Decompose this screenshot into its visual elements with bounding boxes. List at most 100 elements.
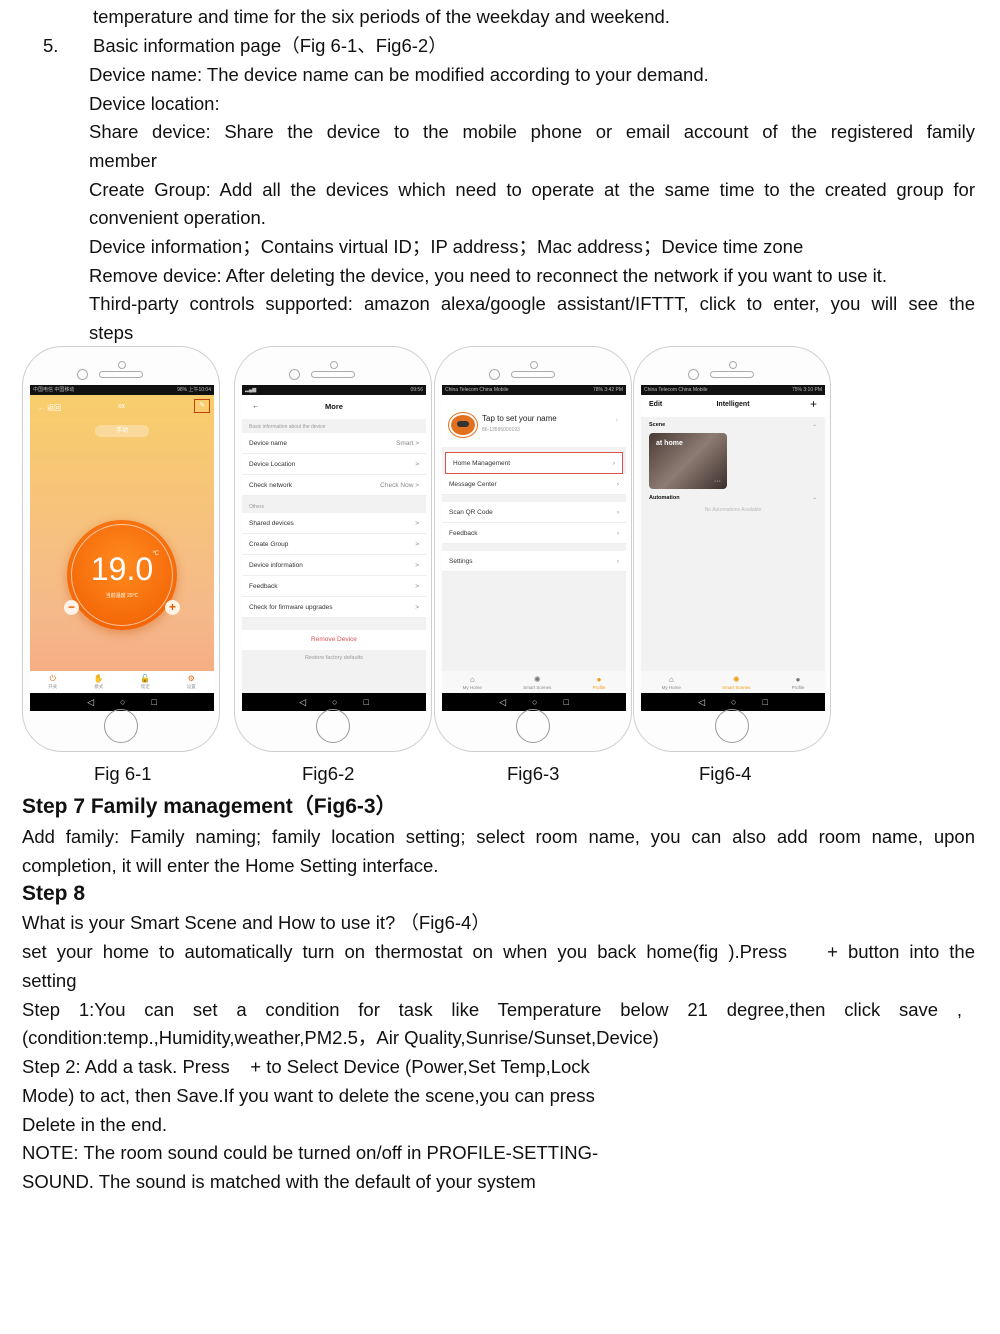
home-button[interactable] [316, 709, 350, 743]
step8-step2-end: Delete in the end. [22, 1114, 168, 1135]
back-icon[interactable]: ◁ [698, 697, 705, 708]
home-circle-icon[interactable]: ○ [532, 697, 537, 707]
recents-icon[interactable]: □ [151, 697, 156, 707]
phone-fig6-1: 中国电信 中国移动 98% 上午10:04 ← 返回 xx ✎ 手动 19.0 ℃… [22, 346, 220, 752]
speaker-grille [99, 371, 143, 378]
row-label: Create Group [249, 540, 289, 548]
recents-icon[interactable]: □ [563, 697, 568, 707]
recents-icon[interactable]: □ [363, 697, 368, 707]
profile-row[interactable]: Feedback › [442, 523, 626, 544]
status-bar: China Telecom China Mobile 75% 3:10 PM [641, 385, 825, 395]
tab-my-home[interactable]: ⌂ My Home [463, 675, 482, 690]
back-icon[interactable]: ◁ [299, 697, 306, 708]
settings-row[interactable]: Check network Check Now > [242, 475, 426, 496]
item-number: 5. [43, 35, 59, 56]
profile-icon: ● [596, 674, 602, 684]
thermostat-screen: 中国电信 中国移动 98% 上午10:04 ← 返回 xx ✎ 手动 19.0 ℃… [30, 385, 214, 711]
back-icon[interactable]: ◁ [87, 697, 94, 708]
more-icon[interactable]: ··· [714, 478, 721, 485]
phone-fig6-2: ▂▄▆ 09:56 ← More Basic information about … [234, 346, 432, 752]
avatar [449, 413, 477, 437]
step8-step2: Step 2: Add a task. Press + to Select De… [22, 1056, 590, 1077]
step8-step1-cont: (condition:temp.,Humidity,weather,PM2.5，… [22, 1027, 659, 1048]
chevron-down-icon[interactable]: ⌄ [812, 422, 817, 428]
tab-label: My Home [661, 684, 681, 690]
tab-smart-scenes[interactable]: ✺ Smart Scenes [523, 675, 551, 690]
chevron-down-icon[interactable]: ⌄ [812, 495, 817, 501]
temperature-dial[interactable]: 19.0 ℃ 当前温度 29℃ − + [64, 520, 180, 630]
remove-device-button[interactable]: Remove Device [242, 630, 426, 650]
add-scene-button[interactable]: + [810, 397, 817, 411]
chevron-right-icon: › [612, 459, 615, 467]
row-label: Settings [449, 557, 473, 565]
figure-caption: Fig6-2 [302, 763, 355, 784]
share-device-text: Share device: Share the device to the mo… [89, 121, 975, 142]
step7-heading: Step 7 Family management（Fig6-3） [22, 795, 397, 818]
profile-row[interactable]: Home Management › [445, 452, 623, 474]
home-button[interactable] [715, 709, 749, 743]
profile-phone: 86-13595000193 [482, 427, 520, 433]
device-information-text: Device information；Contains virtual ID；I… [89, 236, 804, 257]
speaker-grille [311, 371, 355, 378]
tab-power[interactable]: ⏻ 开关 [48, 674, 57, 690]
chevron-right-icon: › [616, 508, 619, 516]
settings-row[interactable]: Shared devices > [242, 513, 426, 534]
camera-icon [330, 361, 338, 369]
home-button[interactable] [516, 709, 550, 743]
profile-row[interactable]: Settings › [442, 551, 626, 572]
tab-my-home[interactable]: ⌂ My Home [662, 675, 681, 690]
home-circle-icon[interactable]: ○ [332, 697, 337, 707]
scene-card-at-home[interactable]: at home ··· [649, 433, 727, 489]
settings-row[interactable]: Device name Smart > [242, 433, 426, 454]
step8-step2-cont: Mode) to act, then Save.If you want to d… [22, 1085, 595, 1106]
profile-card[interactable]: Tap to set your name 86-13595000193 › [442, 395, 626, 447]
chevron-right-icon: > [415, 540, 419, 548]
settings-row[interactable]: Feedback > [242, 576, 426, 597]
step8-heading: Step 8 [22, 882, 86, 905]
settings-row[interactable]: Create Group > [242, 534, 426, 555]
chevron-right-icon: › [616, 480, 619, 488]
power-icon: ⏻ [49, 674, 56, 683]
chevron-right-icon: Check Now > [380, 481, 419, 489]
restore-defaults-link[interactable]: Restore factory defaults [242, 655, 426, 661]
home-circle-icon[interactable]: ○ [731, 697, 736, 707]
recents-icon[interactable]: □ [762, 697, 767, 707]
row-label: Check for firmware upgrades [249, 603, 333, 611]
plus-button[interactable]: + [165, 600, 180, 615]
profile-screen: China Telecom China Mobile 78% 3:42 PM Ta… [442, 385, 626, 711]
section-label: Basic information about the device [249, 424, 326, 430]
chevron-right-icon: > [415, 582, 419, 590]
chevron-right-icon: > [415, 561, 419, 569]
profile-row[interactable]: Message Center › [442, 474, 626, 495]
edit-icon[interactable]: ✎ [194, 399, 210, 413]
step8-note: NOTE: The room sound could be turned on/… [22, 1142, 599, 1163]
settings-row[interactable]: Check for firmware upgrades > [242, 597, 426, 618]
minus-button[interactable]: − [64, 600, 79, 615]
tab-settings[interactable]: ⚙ 设置 [187, 674, 196, 690]
lens-icon [489, 369, 500, 380]
home-circle-icon[interactable]: ○ [120, 697, 125, 707]
settings-row[interactable]: Device Location > [242, 454, 426, 475]
lens-icon [289, 369, 300, 380]
profile-row[interactable]: Scan QR Code › [442, 502, 626, 523]
tab-profile[interactable]: ● Profile [593, 675, 606, 690]
tab-profile[interactable]: ● Profile [792, 675, 805, 690]
sun-icon: ✺ [732, 674, 740, 684]
chevron-right-icon: › [616, 529, 619, 537]
back-icon[interactable]: ◁ [499, 697, 506, 708]
status-bar: China Telecom China Mobile 78% 3:42 PM [442, 385, 626, 395]
back-button[interactable]: ← 返回 [38, 403, 61, 413]
tab-lock[interactable]: 🔓 锁定 [140, 674, 150, 690]
figure-caption: Fig 6-1 [94, 763, 152, 784]
home-button[interactable] [104, 709, 138, 743]
step8-intro-cont: setting [22, 970, 77, 991]
settings-row[interactable]: Device information > [242, 555, 426, 576]
tab-mode[interactable]: ✋ 模式 [94, 674, 104, 690]
intelligent-screen: China Telecom China Mobile 75% 3:10 PM Ed… [641, 385, 825, 711]
tab-smart-scenes[interactable]: ✺ Smart Scenes [722, 675, 750, 690]
camera-icon [118, 361, 126, 369]
row-label: Device name [249, 439, 287, 447]
row-label: Scan QR Code [449, 508, 493, 516]
mode-pill[interactable]: 手动 [95, 425, 149, 437]
tab-label: Smart Scenes [523, 684, 552, 690]
